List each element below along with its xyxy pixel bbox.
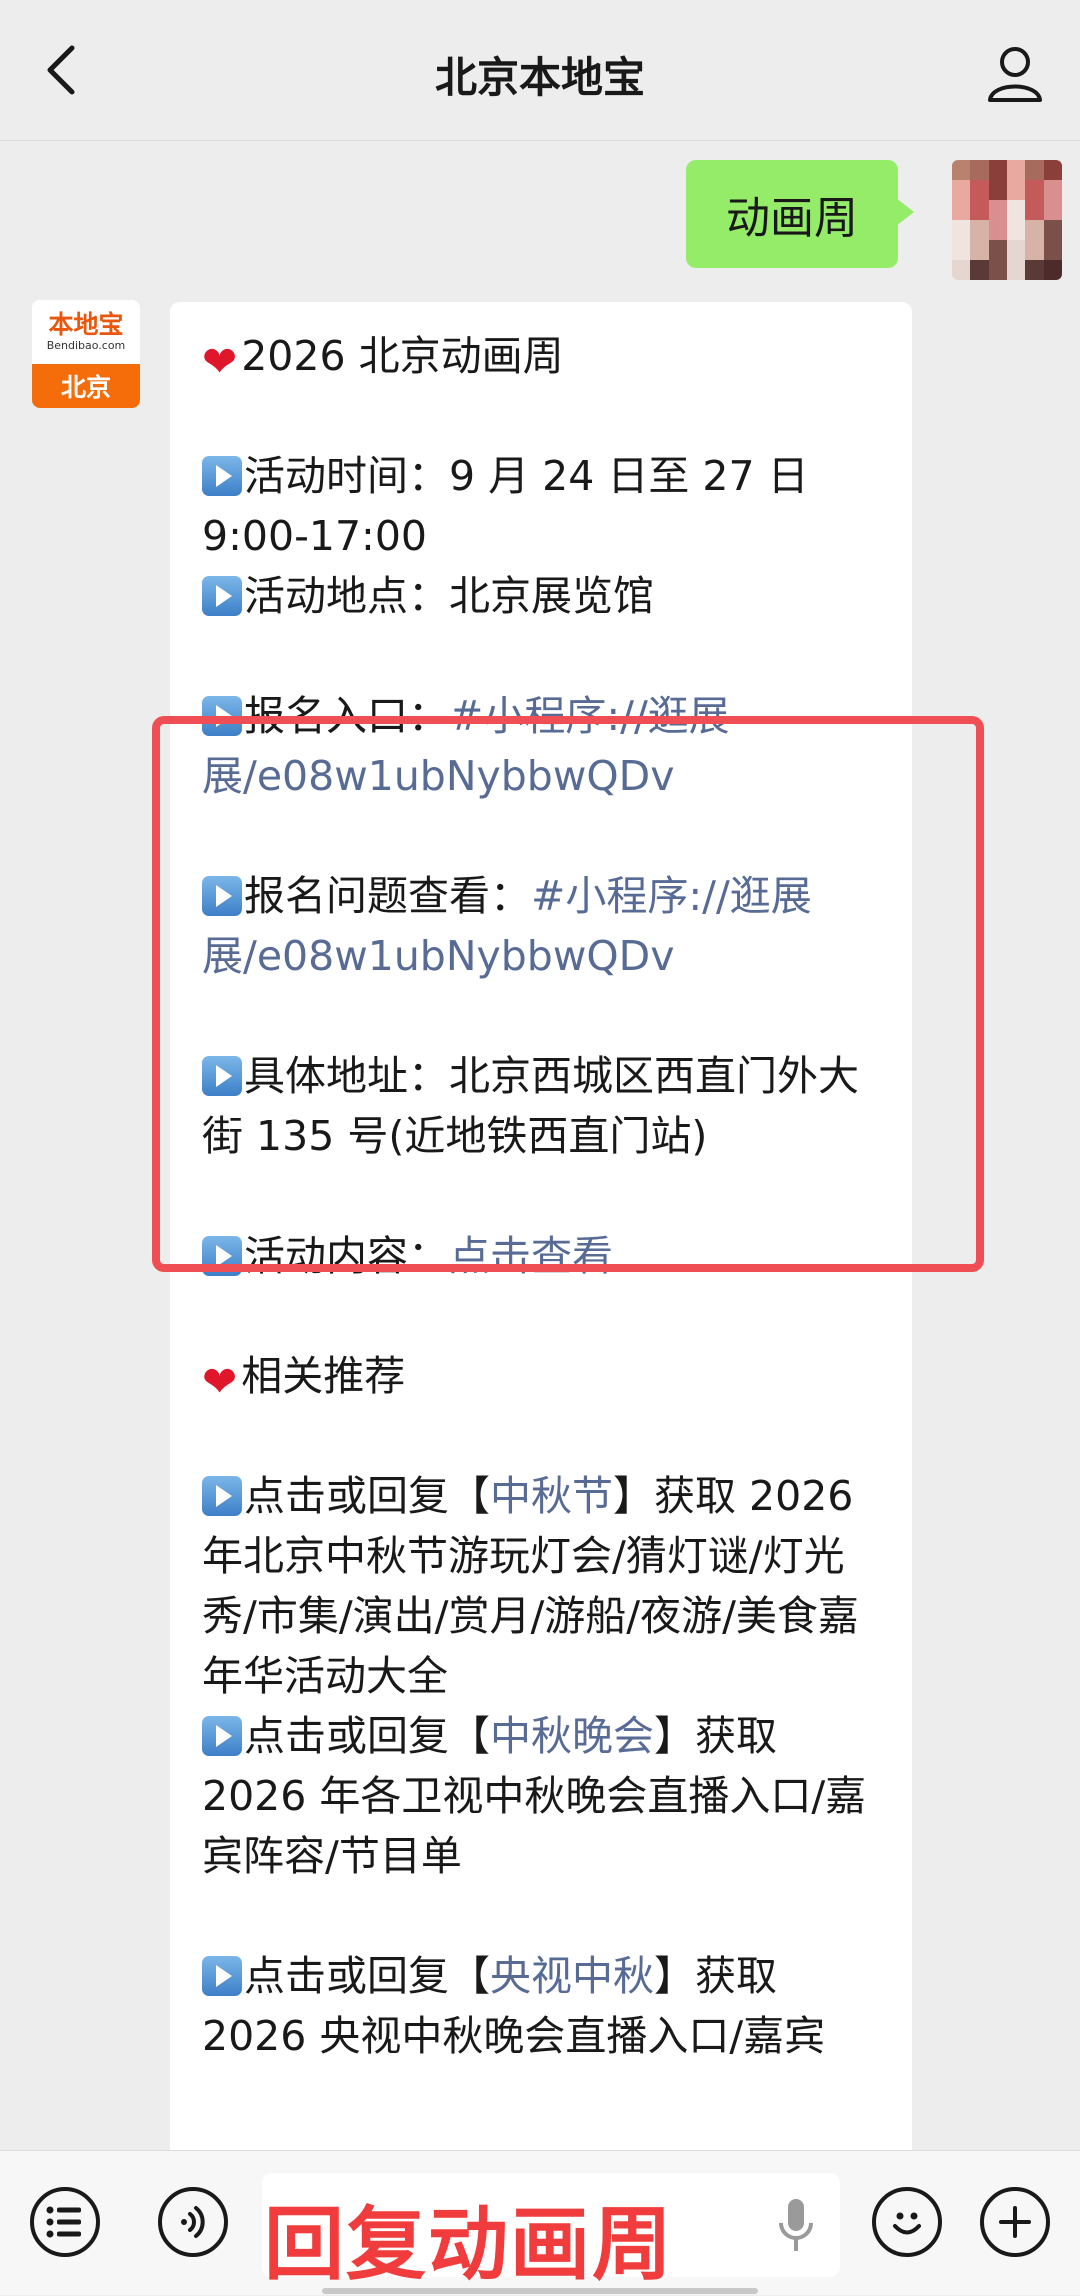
recommend-link-gala[interactable]: 中秋晚会 [490,1712,654,1760]
avatar-pixel [952,240,971,260]
message-title-line: ❤2026 北京动画周 [202,326,886,392]
emoji-icon[interactable] [872,2187,942,2257]
highlight-box [152,716,984,1272]
recommend-item: 点击或回复【中秋节】获取 2026 年北京中秋节游玩灯会/猜灯谜/灯光秀/市集/… [202,1472,859,1700]
add-more-icon[interactable] [980,2187,1050,2257]
avatar-pixel [988,200,1007,220]
home-indicator[interactable] [322,2288,758,2294]
avatar-pixel [952,180,971,200]
avatar-pixel [1007,260,1026,280]
user-avatar[interactable] [952,160,1062,280]
avatar-pixel [1007,160,1026,180]
bot-avatar-city: 北京 [32,364,140,408]
microphone-icon[interactable] [776,2195,816,2255]
avatar-pixel [952,200,971,220]
avatar-pixel [988,180,1007,200]
outgoing-message-bubble[interactable]: 动画周 [686,160,914,268]
avatar-pixel [970,180,989,200]
avatar-pixel [1007,180,1026,200]
chat-title: 北京本地宝 [434,53,645,102]
avatar-pixel [1007,220,1026,240]
avatar-pixel [1043,200,1062,220]
menu-list-icon[interactable] [30,2187,100,2257]
play-icon [202,1956,242,1996]
outgoing-message-row: 动画周 [462,160,1062,280]
play-icon [202,1716,242,1756]
avatar-pixel [970,220,989,240]
bot-avatar[interactable]: 本地宝 Bendibao.com 北京 [32,300,140,408]
avatar-pixel [988,260,1007,280]
avatar-pixel [970,260,989,280]
bot-avatar-brand: 本地宝 [48,310,124,339]
outgoing-message-text: 动画周 [726,193,858,244]
avatar-pixel [1007,240,1026,260]
avatar-pixel [970,160,989,180]
avatar-pixel [1025,160,1044,180]
avatar-pixel [1043,180,1062,200]
voice-mode-icon[interactable] [158,2187,228,2257]
avatar-pixel [1043,260,1062,280]
avatar-pixel [970,200,989,220]
recommend-link-cctv[interactable]: 央视中秋 [490,1952,654,2000]
heart-icon: ❤ [202,1357,238,1406]
play-icon [202,1476,242,1516]
recommend-item: 点击或回复【央视中秋】获取 2026 央视中秋晚会直播入口/嘉宾 [202,1952,826,2060]
avatar-pixel [952,160,971,180]
heart-icon: ❤ [202,337,238,386]
avatar-pixel [1007,200,1026,220]
reply-hint-overlay: 回复动画周 [264,2198,674,2291]
bot-avatar-site: Bendibao.com [46,339,126,352]
avatar-pixel [1043,240,1062,260]
profile-icon[interactable] [980,38,1050,108]
avatar-pixel [1025,240,1044,260]
recommend-link-mid-autumn[interactable]: 中秋节 [490,1472,613,1520]
avatar-pixel [1025,260,1044,280]
avatar-pixel [952,260,971,280]
avatar-pixel [988,240,1007,260]
event-time-line: 活动时间：9 月 24 日至 27 日 9:00-17:00 [202,452,809,560]
avatar-pixel [952,220,971,240]
avatar-pixel [1025,220,1044,240]
avatar-pixel [1025,200,1044,220]
avatar-pixel [970,240,989,260]
avatar-pixel [988,220,1007,240]
play-icon [202,456,242,496]
avatar-pixel [1043,220,1062,240]
related-heading: ❤相关推荐 [202,1346,886,1412]
recommend-item: 点击或回复【中秋晚会】获取 2026 年各卫视中秋晚会直播入口/嘉宾阵容/节目单 [202,1712,867,1880]
chat-header: 北京本地宝 [0,0,1080,141]
event-location-line: 活动地点：北京展览馆 [202,566,886,626]
avatar-pixel [1043,160,1062,180]
avatar-pixel [1025,180,1044,200]
play-icon [202,576,242,616]
avatar-pixel [988,160,1007,180]
